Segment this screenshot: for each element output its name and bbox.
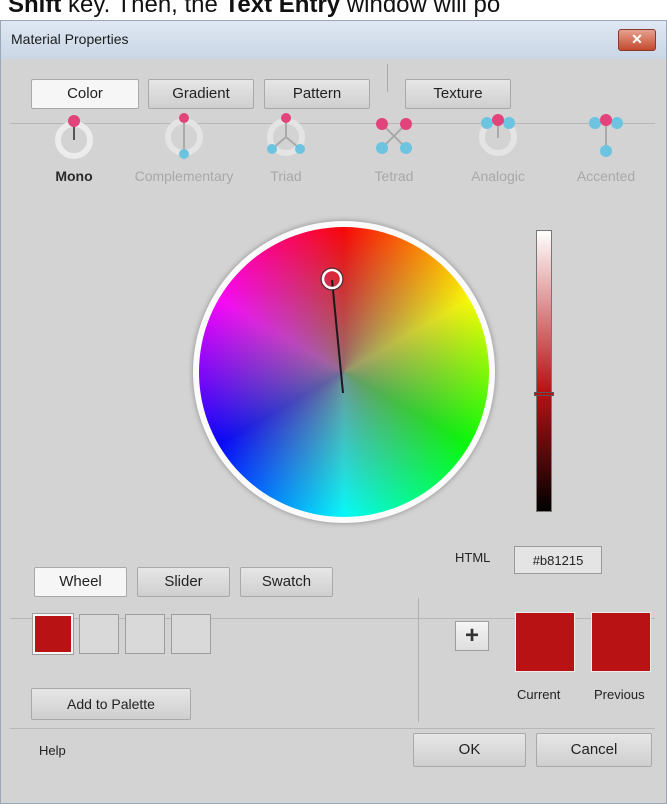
palette-slot-2[interactable] — [79, 614, 119, 654]
mode-wheel-button[interactable]: Wheel — [34, 567, 127, 597]
harmony-mono[interactable]: Mono — [14, 110, 134, 184]
tab-separator — [387, 64, 388, 92]
tab-pattern[interactable]: Pattern — [264, 79, 370, 109]
mode-slider-button[interactable]: Slider — [137, 567, 230, 597]
html-label: HTML — [455, 550, 491, 565]
current-label: Current — [517, 687, 561, 702]
harmony-label-accented: Accented — [576, 168, 636, 184]
tab-gradient[interactable]: Gradient — [148, 79, 254, 109]
luminance-slider[interactable] — [536, 230, 552, 512]
close-button[interactable]: ✕ — [618, 29, 656, 51]
current-color-swatch — [515, 612, 575, 672]
wheel-selector — [320, 267, 344, 394]
harmony-tetrad[interactable]: Tetrad — [334, 110, 454, 184]
accented-icon — [589, 114, 623, 157]
harmony-label-triad: Triad — [270, 168, 302, 184]
window-title: Material Properties — [11, 31, 129, 47]
mode-swatch-button[interactable]: Swatch — [240, 567, 333, 597]
ok-button[interactable]: OK — [413, 733, 526, 767]
tab-texture[interactable]: Texture — [405, 79, 511, 109]
footer-divider — [10, 728, 655, 729]
palette-slot-4[interactable] — [171, 614, 211, 654]
html-color-field[interactable] — [514, 546, 602, 574]
luminance-handle[interactable] — [534, 391, 554, 396]
palette-slot-1[interactable] — [32, 613, 74, 655]
mono-icon — [55, 115, 93, 159]
harmony-label-tetrad: Tetrad — [374, 168, 414, 184]
title-bar: Material Properties ✕ — [1, 21, 666, 59]
previous-label: Previous — [594, 687, 645, 702]
selector-line — [331, 279, 344, 394]
plus-icon: + — [464, 622, 479, 649]
triad-icon — [267, 113, 305, 156]
background-document-text: Shift key. Then, the Text Entry window w… — [8, 0, 501, 18]
add-color-button[interactable]: + — [455, 621, 489, 651]
harmony-analogic[interactable]: Analogic — [438, 110, 558, 184]
tetrad-icon — [376, 118, 412, 154]
cancel-button[interactable]: Cancel — [536, 733, 652, 767]
complementary-icon — [165, 113, 203, 159]
help-link[interactable]: Help — [39, 743, 66, 758]
harmony-label-analogic: Analogic — [471, 168, 525, 184]
panel-divider — [418, 598, 419, 722]
harmony-accented[interactable]: Accented — [546, 110, 666, 184]
harmony-label-mono: Mono — [55, 168, 93, 184]
add-to-palette-button[interactable]: Add to Palette — [31, 688, 191, 720]
color-wheel[interactable] — [193, 221, 495, 523]
analogic-icon — [479, 114, 517, 156]
tab-color[interactable]: Color — [31, 79, 139, 109]
close-icon: ✕ — [631, 31, 643, 47]
palette-slot-3[interactable] — [125, 614, 165, 654]
previous-color-swatch[interactable] — [591, 612, 651, 672]
harmony-triad[interactable]: Triad — [226, 110, 346, 184]
